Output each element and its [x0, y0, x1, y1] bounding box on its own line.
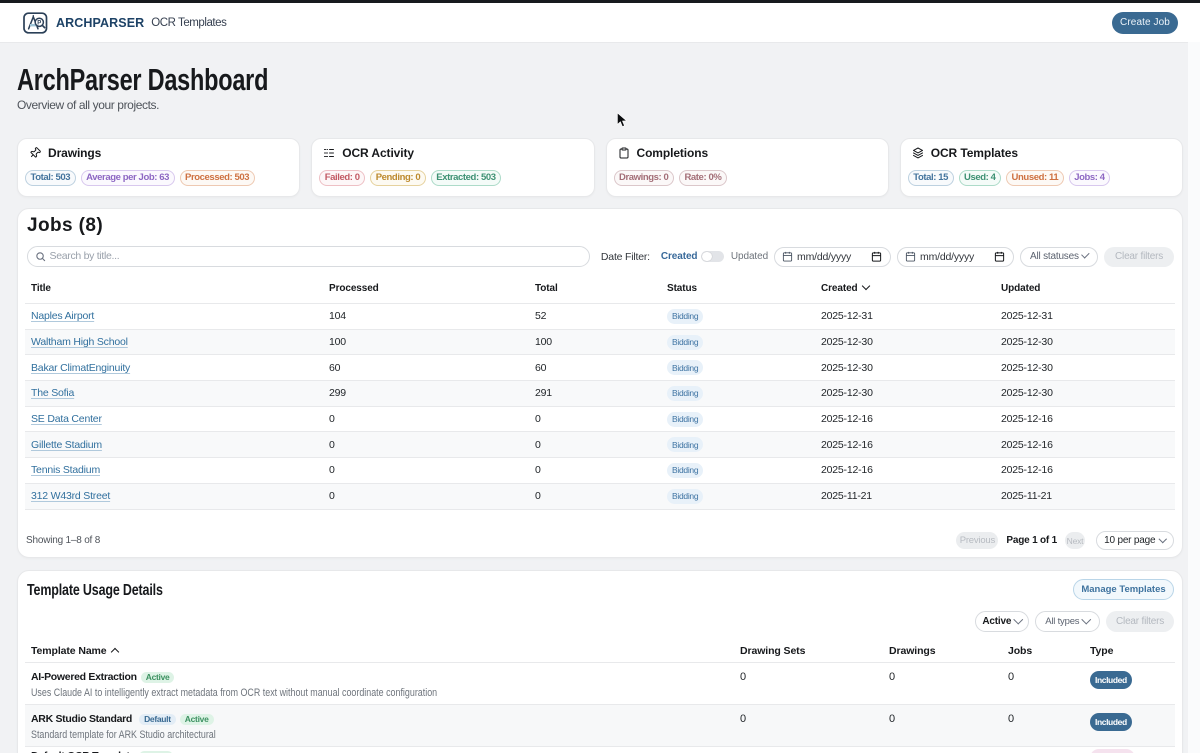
svg-text:P: P — [37, 20, 41, 26]
